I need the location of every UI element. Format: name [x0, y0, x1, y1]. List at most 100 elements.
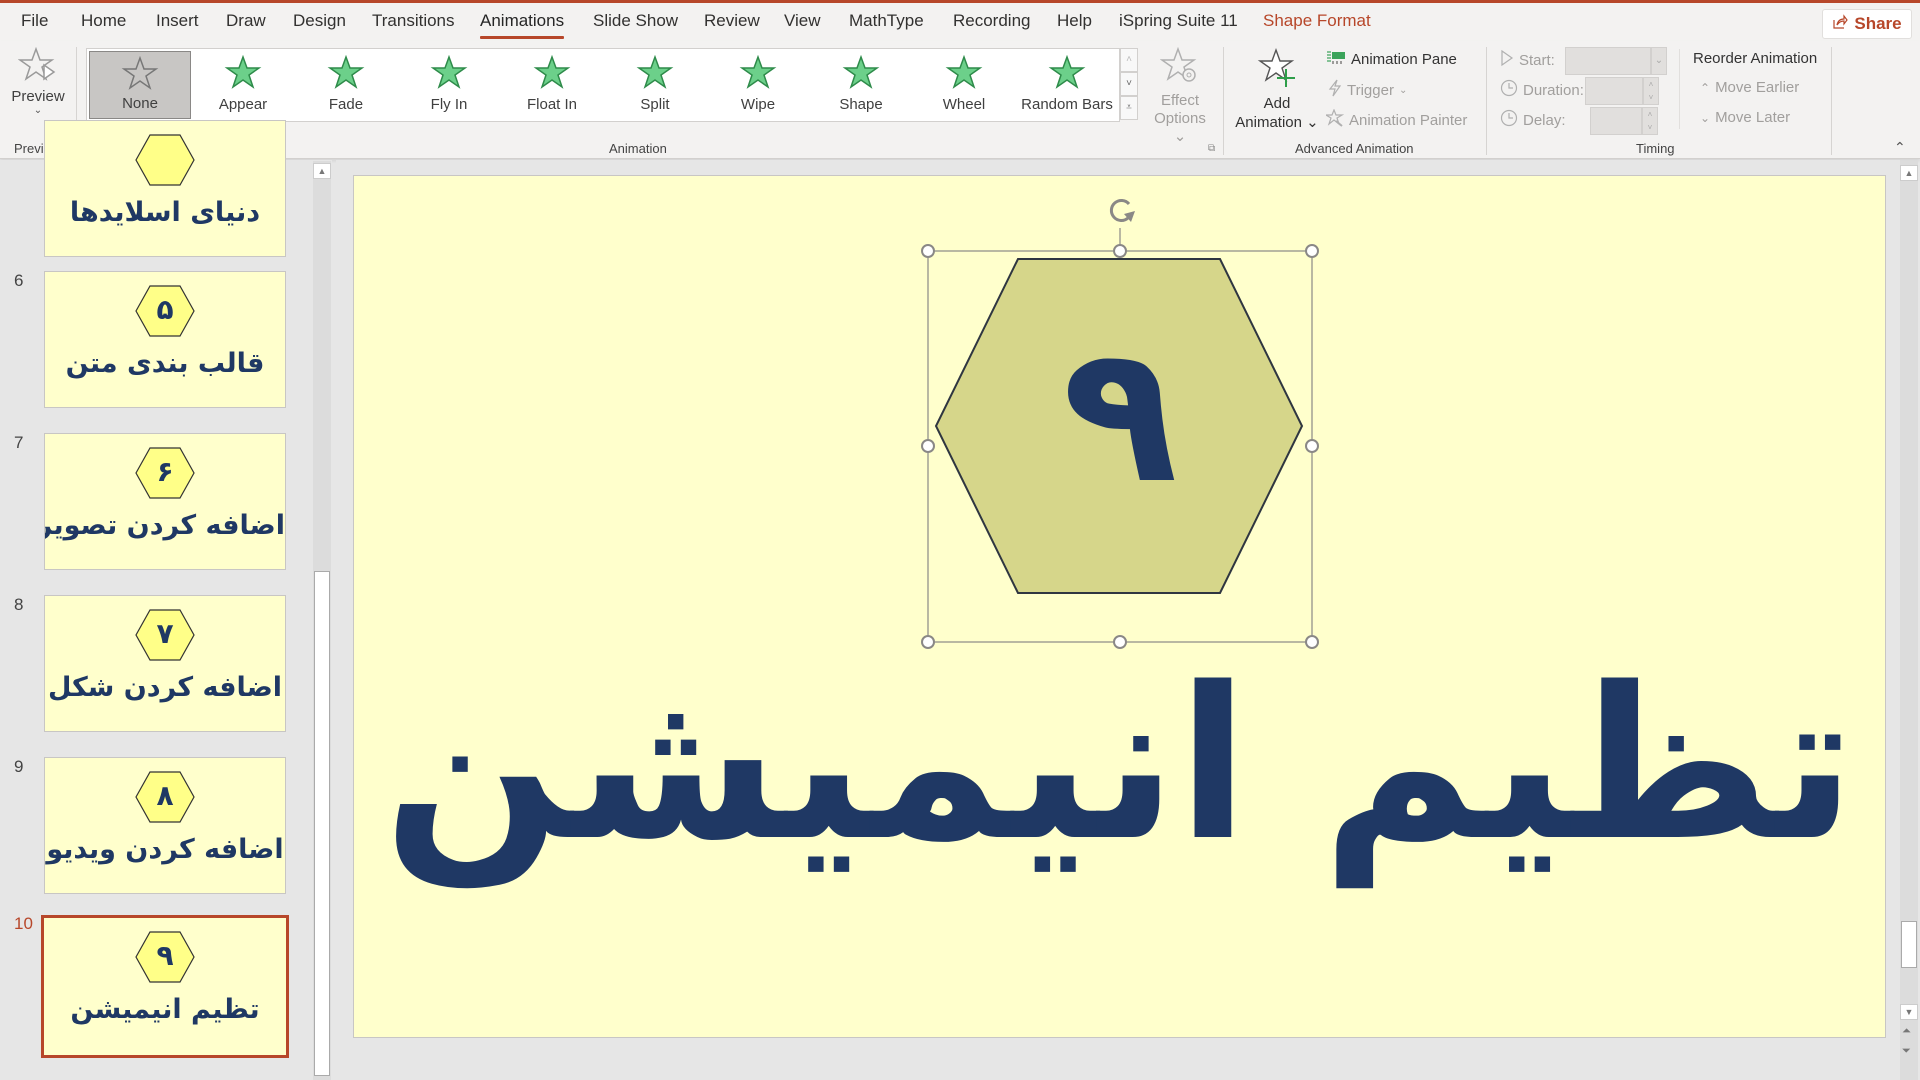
resize-handle-e[interactable]: [1305, 439, 1319, 453]
preview-dropdown-icon[interactable]: ⌄: [6, 105, 70, 116]
delay-spinner[interactable]: ˄ ˅: [1642, 107, 1658, 135]
tab-shape-format[interactable]: Shape Format: [1263, 11, 1371, 31]
animation-pane-icon: [1326, 49, 1346, 69]
slide-title[interactable]: تظیم انیمیشن: [353, 660, 1886, 870]
thumbnail-title: دنیای اسلایدها: [69, 197, 261, 228]
scroll-up-button[interactable]: ▲: [313, 163, 331, 179]
tab-home[interactable]: Home: [81, 11, 126, 31]
resize-handle-w[interactable]: [921, 439, 935, 453]
start-dropdown-arrow[interactable]: ⌄: [1651, 47, 1667, 75]
chevron-up-icon: ⌃: [1700, 80, 1711, 95]
animation-label: Appear: [218, 96, 268, 113]
thumbnail-badge: ۶: [156, 455, 174, 488]
resize-handle-n[interactable]: [1113, 244, 1127, 258]
tab-transitions[interactable]: Transitions: [372, 11, 455, 31]
scroll-thumb[interactable]: [1901, 921, 1917, 968]
animation-label: Random Bars: [1021, 96, 1113, 113]
animation-shape[interactable]: Shape: [810, 51, 912, 119]
tab-draw[interactable]: Draw: [226, 11, 266, 31]
thumbnail-title: اضافه کردن شکل: [47, 672, 283, 703]
resize-handle-nw[interactable]: [921, 244, 935, 258]
slide-thumbnail[interactable]: ۶ اضافه کردن تصویر: [44, 433, 286, 570]
animation-none[interactable]: None: [89, 51, 191, 119]
tab-mathtype[interactable]: MathType: [849, 11, 924, 31]
scroll-thumb[interactable]: [314, 571, 330, 1076]
thumbnail-badge: ۸: [156, 779, 174, 812]
delay-input[interactable]: [1590, 107, 1642, 135]
tab-design[interactable]: Design: [293, 11, 346, 31]
animation-appear[interactable]: Appear: [192, 51, 294, 119]
slide-thumbnail[interactable]: دنیای اسلایدها: [44, 120, 286, 257]
thumbnail-title: اضافه کردن ویدیو: [46, 834, 284, 865]
animation-dialog-launcher-icon[interactable]: ⧉: [1208, 143, 1215, 154]
advanced-animation-group-label: Advanced Animation: [1295, 141, 1414, 156]
preview-label: Preview: [11, 88, 65, 105]
thumbnail-badge: ۹: [156, 939, 174, 972]
tab-slide-show[interactable]: Slide Show: [593, 11, 678, 31]
animation-label: Wheel: [942, 96, 986, 113]
resize-handle-ne[interactable]: [1305, 244, 1319, 258]
ribbon-tab-bar: File Home Insert Draw Design Transitions…: [0, 3, 1920, 41]
reorder-animation-label: Reorder Animation: [1693, 50, 1818, 67]
slide-thumbnail[interactable]: ۹ تظیم انیمیشن: [41, 915, 289, 1058]
gallery-scroll-down[interactable]: ˅: [1120, 72, 1138, 96]
tab-ispring[interactable]: iSpring Suite 11: [1119, 11, 1238, 31]
duration-label: Duration:: [1523, 81, 1584, 99]
move-later-button[interactable]: ⌄ Move Later: [1700, 109, 1790, 126]
animation-painter-button[interactable]: Animation Painter: [1323, 108, 1467, 131]
tab-review[interactable]: Review: [704, 11, 760, 31]
add-animation-button[interactable]: Add Animation ⌄: [1232, 47, 1322, 137]
trigger-button[interactable]: Trigger ⌄: [1328, 79, 1407, 101]
effect-options-button[interactable]: Effect Options ⌄: [1147, 46, 1213, 145]
tab-animations[interactable]: Animations: [480, 11, 565, 39]
previous-slide-icon[interactable]: ⏶: [1902, 1025, 1911, 1038]
animation-wipe[interactable]: Wipe: [707, 51, 809, 119]
add-animation-label-1: Add: [1263, 95, 1291, 112]
slide-thumbnail[interactable]: ۵ قالب بندی متن: [44, 271, 286, 408]
gallery-scroll-up[interactable]: ˄: [1120, 48, 1138, 72]
tab-insert[interactable]: Insert: [156, 11, 199, 31]
thumbnail-badge: ۷: [156, 617, 174, 650]
play-icon: [1500, 49, 1514, 71]
slide-thumbnail[interactable]: ۸ اضافه کردن ویدیو: [44, 757, 286, 894]
tab-view[interactable]: View: [784, 11, 821, 31]
start-label-group: Start:: [1500, 49, 1555, 71]
animation-label: Fade: [328, 96, 364, 113]
animation-fly-in[interactable]: Fly In: [398, 51, 500, 119]
thumbnail-hexagon: ۸: [135, 771, 195, 823]
duration-spinner[interactable]: ˄ ˅: [1643, 77, 1659, 105]
tab-recording[interactable]: Recording: [953, 11, 1031, 31]
slide-number: 10: [14, 914, 33, 933]
slide-number: 9: [14, 757, 24, 776]
animation-fade[interactable]: Fade: [295, 51, 397, 119]
animation-float-in[interactable]: Float In: [501, 51, 603, 119]
start-dropdown[interactable]: [1565, 47, 1651, 75]
thumbnail-badge: ۵: [156, 293, 174, 326]
thumbnail-scrollbar[interactable]: ▲: [313, 161, 331, 1080]
share-icon: [1832, 13, 1849, 35]
preview-button[interactable]: Preview ⌄: [6, 45, 70, 129]
animation-split[interactable]: Split: [604, 51, 706, 119]
animation-pane-button[interactable]: Animation Pane: [1326, 49, 1457, 69]
scroll-up-button[interactable]: ▲: [1900, 165, 1918, 181]
scroll-down-button[interactable]: ▼: [1900, 1004, 1918, 1020]
timing-group-label: Timing: [1636, 141, 1675, 156]
slide-hexagon-number[interactable]: ۹: [1030, 320, 1210, 510]
chevron-down-icon: ⌄: [1700, 110, 1711, 125]
thumbnail-hexagon: ۹: [135, 931, 195, 983]
next-slide-icon[interactable]: ⏷: [1902, 1045, 1911, 1058]
share-button[interactable]: Share: [1822, 9, 1912, 39]
delay-clock-icon: [1500, 109, 1518, 131]
gallery-expand[interactable]: ⩡: [1120, 96, 1138, 120]
slide-thumbnail[interactable]: ۷ اضافه کردن شکل: [44, 595, 286, 732]
collapse-ribbon-icon[interactable]: ⌃: [1894, 139, 1906, 156]
animation-random-bars[interactable]: Random Bars: [1016, 51, 1118, 119]
duration-input[interactable]: [1585, 77, 1643, 105]
tab-help[interactable]: Help: [1057, 11, 1092, 31]
move-earlier-button[interactable]: ⌃ Move Earlier: [1700, 79, 1799, 96]
separator: [1223, 47, 1224, 155]
tab-file[interactable]: File: [21, 11, 48, 31]
preview-star-icon: [17, 46, 58, 89]
slide-scrollbar[interactable]: ▲ ▼ ⏶ ⏷: [1900, 161, 1918, 1080]
animation-wheel[interactable]: Wheel: [913, 51, 1015, 119]
